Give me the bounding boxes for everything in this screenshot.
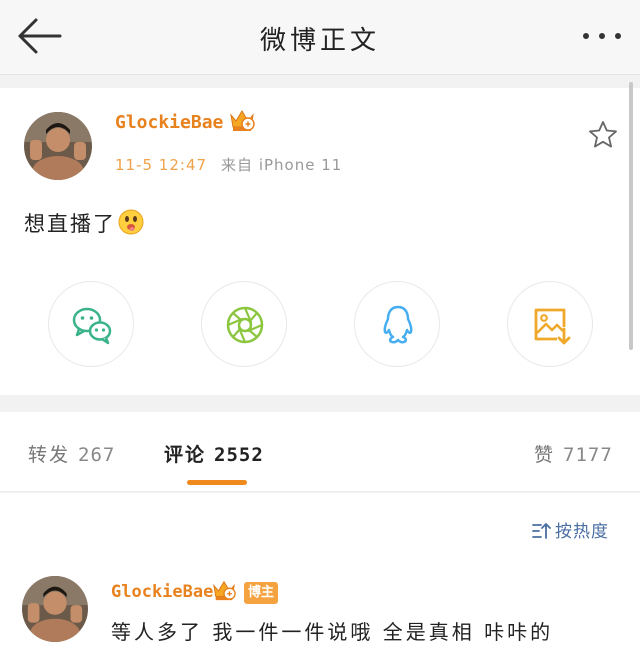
tab-reposts[interactable]: 转发 267 bbox=[28, 440, 115, 467]
tab-comments-label: 评论 bbox=[164, 444, 207, 466]
star-icon bbox=[589, 121, 617, 148]
share-wechat-button[interactable] bbox=[48, 281, 134, 367]
tongue-emoji-icon bbox=[118, 209, 144, 235]
comment-avatar[interactable] bbox=[22, 576, 88, 642]
comment-author-name[interactable]: GlockieBae bbox=[111, 582, 213, 602]
post-text-content: 想直播了 bbox=[24, 212, 116, 236]
tab-likes[interactable]: 赞 7177 bbox=[534, 440, 613, 467]
moments-aperture-icon bbox=[226, 306, 264, 344]
post-source: 来自 iPhone 11 bbox=[221, 156, 343, 174]
vip-crown-icon bbox=[230, 110, 255, 131]
top-nav-bar: 微博正文 bbox=[0, 0, 640, 75]
weibo-detail-page: 微博正文 GlockieBae 11-5 12:47 来自 iPhone 11 bbox=[0, 0, 640, 661]
tab-likes-label: 赞 bbox=[534, 444, 556, 466]
avatar-image bbox=[22, 576, 88, 642]
sort-icon bbox=[532, 523, 551, 539]
tab-comments[interactable]: 评论 2552 bbox=[164, 440, 264, 467]
active-tab-indicator bbox=[187, 480, 247, 485]
sort-by-hot-button[interactable]: 按热度 bbox=[532, 517, 609, 542]
post-time: 11-5 12:47 bbox=[115, 156, 208, 174]
sort-label: 按热度 bbox=[555, 522, 609, 542]
page-title: 微博正文 bbox=[259, 26, 380, 56]
tab-comments-count: 2552 bbox=[214, 444, 264, 466]
share-qq-button[interactable] bbox=[354, 281, 440, 367]
tab-likes-count: 7177 bbox=[563, 444, 613, 466]
tab-reposts-label: 转发 bbox=[28, 444, 71, 466]
save-image-button[interactable] bbox=[507, 281, 593, 367]
post-meta: 11-5 12:47 来自 iPhone 11 bbox=[115, 154, 342, 175]
more-dots-icon bbox=[583, 33, 621, 39]
author-name[interactable]: GlockieBae bbox=[115, 112, 223, 133]
post-text: 想直播了 bbox=[24, 208, 144, 238]
author-avatar[interactable] bbox=[24, 112, 92, 180]
vip-crown-icon bbox=[213, 580, 236, 601]
author-badge: 博主 bbox=[244, 582, 279, 604]
more-button[interactable] bbox=[580, 26, 624, 46]
interaction-tabs: 转发 267 评论 2552 赞 7177 bbox=[0, 412, 640, 492]
save-image-icon bbox=[534, 308, 571, 345]
share-moments-button[interactable] bbox=[201, 281, 287, 367]
comment-text: 等人多了 我一件一件说哦 全是真相 咔咔的 bbox=[111, 620, 554, 644]
favorite-button[interactable] bbox=[588, 120, 618, 150]
avatar-image bbox=[24, 112, 92, 180]
qq-penguin-icon bbox=[383, 305, 413, 344]
tab-reposts-count: 267 bbox=[78, 444, 116, 466]
wechat-icon bbox=[72, 307, 112, 345]
scrollbar[interactable] bbox=[629, 82, 633, 350]
